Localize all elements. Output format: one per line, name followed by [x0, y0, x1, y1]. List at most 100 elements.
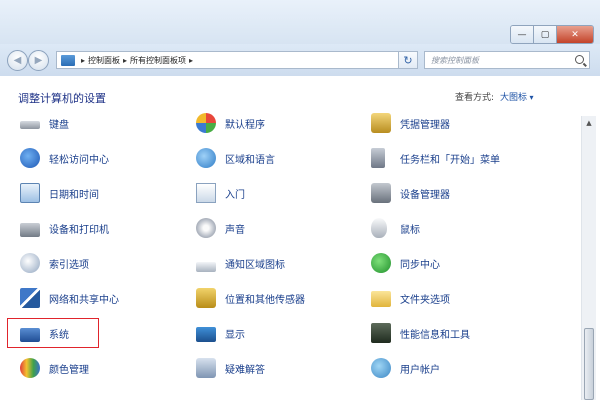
close-button[interactable]: ✕ — [557, 26, 593, 43]
item-folder-options[interactable]: 文件夹选项 — [371, 285, 450, 311]
search-placeholder: 搜索控制面板 — [431, 55, 479, 65]
item-device-manager[interactable]: 设备管理器 — [371, 180, 450, 206]
item-label: 位置和其他传感器 — [225, 294, 305, 306]
vertical-scrollbar[interactable]: ▲ — [581, 116, 596, 400]
color-wheel-icon — [20, 358, 40, 378]
highlight-box — [7, 318, 99, 348]
item-label: 用户帐户 — [400, 364, 440, 376]
item-label: 鼠标 — [400, 224, 420, 236]
item-performance[interactable]: 性能信息和工具 — [371, 320, 470, 346]
item-troubleshooting[interactable]: 疑难解答 — [196, 355, 265, 381]
item-label: 凭据管理器 — [400, 119, 450, 131]
monitor-icon — [196, 326, 216, 342]
search-input[interactable]: 搜索控制面板 — [424, 51, 590, 69]
item-label: 轻松访问中心 — [49, 154, 109, 166]
item-label: 设备和打印机 — [49, 224, 109, 236]
notification-area-icon — [196, 261, 216, 272]
item-getting-started[interactable]: 入门 — [196, 180, 245, 206]
globe-icon — [196, 148, 216, 168]
scroll-up-arrow-icon[interactable]: ▲ — [582, 116, 596, 130]
refresh-icon: ↻ — [403, 53, 413, 67]
forward-arrow-icon: ▶ — [34, 55, 43, 66]
sensor-icon — [196, 288, 216, 308]
item-mouse[interactable]: 鼠标 — [371, 215, 420, 241]
item-label: 显示 — [225, 329, 245, 341]
performance-icon — [371, 323, 391, 343]
item-notification-icons[interactable]: 通知区域图标 — [196, 250, 285, 276]
item-network-sharing[interactable]: 网络和共享中心 — [20, 285, 119, 311]
back-arrow-icon: ◀ — [13, 55, 22, 66]
item-label: 颜色管理 — [49, 364, 89, 376]
item-label: 索引选项 — [49, 259, 89, 271]
item-label: 任务栏和「开始」菜单 — [400, 154, 500, 166]
item-label: 性能信息和工具 — [400, 329, 470, 341]
item-color-management[interactable]: 颜色管理 — [20, 355, 89, 381]
taskbar-icon — [371, 148, 385, 168]
item-label: 默认程序 — [225, 119, 265, 131]
item-label: 设备管理器 — [400, 189, 450, 201]
item-sync-center[interactable]: 同步中心 — [371, 250, 440, 276]
magnifier-icon — [20, 253, 40, 273]
document-icon — [196, 183, 216, 203]
item-date-time[interactable]: 日期和时间 — [20, 180, 99, 206]
maximize-button[interactable]: ▢ — [534, 26, 557, 43]
control-panel-icon — [61, 54, 75, 66]
item-display[interactable]: 显示 — [196, 320, 245, 346]
breadcrumb-separator: ▸ — [123, 55, 128, 65]
item-label: 入门 — [225, 189, 245, 201]
item-label: 文件夹选项 — [400, 294, 450, 306]
caption-buttons: — ▢ ✕ — [510, 25, 594, 44]
item-label: 同步中心 — [400, 259, 440, 271]
item-credential-manager[interactable]: 凭据管理器 — [371, 110, 450, 136]
item-default-programs[interactable]: 默认程序 — [196, 110, 265, 136]
view-by-label: 查看方式: — [455, 93, 495, 103]
scroll-thumb[interactable] — [584, 328, 594, 400]
clock-icon — [20, 183, 40, 203]
page-title: 调整计算机的设置 — [18, 92, 106, 105]
item-label: 区域和语言 — [225, 154, 275, 166]
item-label: 键盘 — [49, 119, 69, 131]
item-label: 疑难解答 — [225, 364, 265, 376]
item-indexing[interactable]: 索引选项 — [20, 250, 89, 276]
title-bar: — ▢ ✕ — [0, 0, 600, 44]
control-panel-window: — ▢ ✕ ◀ ▶ ▸ 控制面板 ▸ 所有控制面板项 ▸ ▾ ↻ 搜索控制面板 — [0, 0, 600, 400]
keyboard-icon — [20, 121, 40, 129]
minimize-button[interactable]: — — [511, 26, 534, 43]
folder-icon — [371, 291, 391, 307]
breadcrumb-separator: ▸ — [189, 55, 194, 65]
item-label: 网络和共享中心 — [49, 294, 119, 306]
mouse-icon — [371, 218, 387, 238]
navigation-bar: ◀ ▶ ▸ 控制面板 ▸ 所有控制面板项 ▸ ▾ ↻ 搜索控制面板 — [0, 44, 600, 76]
sync-icon — [371, 253, 391, 273]
item-devices-printers[interactable]: 设备和打印机 — [20, 215, 109, 241]
content-pane: 调整计算机的设置 查看方式: 大图标 键盘 轻松访问中心 日期和时间 设备和打印… — [0, 76, 600, 400]
address-bar[interactable]: ▸ 控制面板 ▸ 所有控制面板项 ▸ ▾ — [56, 51, 414, 69]
windows-logo-icon — [196, 113, 216, 133]
search-icon[interactable] — [575, 55, 584, 64]
item-location-sensors[interactable]: 位置和其他传感器 — [196, 285, 305, 311]
ease-of-access-icon — [20, 148, 40, 168]
forward-button[interactable]: ▶ — [28, 50, 49, 71]
item-taskbar-start[interactable]: 任务栏和「开始」菜单 — [371, 145, 500, 171]
breadcrumb-separator: ▸ — [81, 55, 86, 65]
device-manager-icon — [371, 183, 391, 203]
item-label: 声音 — [225, 224, 245, 236]
item-user-accounts[interactable]: 用户帐户 — [371, 355, 440, 381]
speaker-icon — [196, 218, 216, 238]
item-keyboard[interactable]: 键盘 — [20, 110, 69, 136]
item-label: 通知区域图标 — [225, 259, 285, 271]
refresh-button[interactable]: ↻ — [398, 51, 418, 69]
network-icon — [20, 288, 40, 308]
breadcrumb-all-items[interactable]: 所有控制面板项 — [130, 55, 186, 66]
troubleshoot-icon — [196, 358, 216, 378]
item-ease-of-access[interactable]: 轻松访问中心 — [20, 145, 109, 171]
vault-icon — [371, 113, 391, 133]
breadcrumb-control-panel[interactable]: 控制面板 — [88, 55, 120, 66]
item-region-language[interactable]: 区域和语言 — [196, 145, 275, 171]
item-sound[interactable]: 声音 — [196, 215, 245, 241]
item-label: 日期和时间 — [49, 189, 99, 201]
back-button[interactable]: ◀ — [7, 50, 28, 71]
user-icon — [371, 358, 391, 378]
printer-icon — [20, 222, 40, 237]
view-by-dropdown[interactable]: 大图标 — [500, 90, 534, 103]
